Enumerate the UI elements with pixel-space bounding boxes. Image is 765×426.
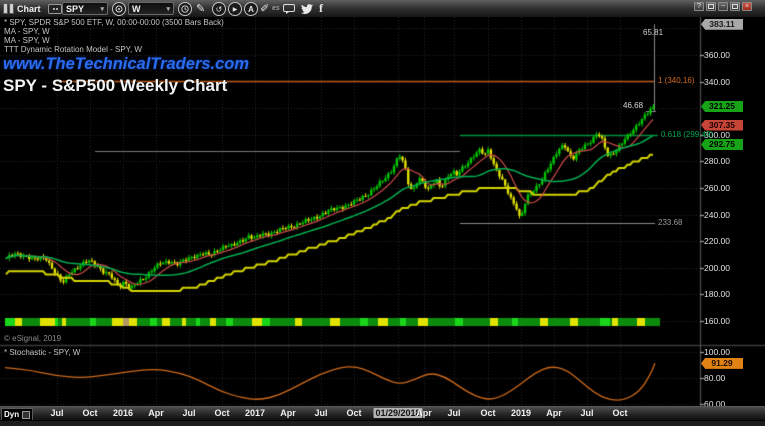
- target-icon: [115, 5, 123, 13]
- chat-button[interactable]: [283, 2, 295, 15]
- chevron-down-icon[interactable]: ▾: [100, 5, 104, 13]
- close-button[interactable]: ×: [742, 2, 752, 11]
- time-tick-label: Jul: [447, 408, 460, 418]
- watermark-url: www.TheTechnicalTraders.com: [3, 55, 249, 74]
- time-tick-label: Jul: [314, 408, 327, 418]
- eraser-icon[interactable]: ✐: [260, 2, 269, 15]
- time-tick-label: Apr: [416, 408, 432, 418]
- restore-icon: [708, 4, 714, 9]
- time-tick-label: 01/29/2018: [373, 408, 422, 418]
- annotate-icon[interactable]: A: [244, 2, 258, 16]
- legend-symbol-line: * SPY, SPDR S&P 500 ETF, W, 00:00-00:00 …: [4, 18, 224, 27]
- symbol-search-icon[interactable]: [112, 2, 126, 16]
- maximize-icon: [732, 4, 738, 9]
- interval-value: W: [132, 4, 141, 14]
- symbol-value: SPY: [66, 4, 84, 14]
- time-tick-label: Apr: [148, 408, 164, 418]
- interval-input[interactable]: W ▾: [128, 2, 174, 15]
- page-title: SPY - S&P500 Weekly Chart: [3, 76, 227, 96]
- time-tick-label: Oct: [346, 408, 361, 418]
- legend-ma2-line: MA - SPY, W: [4, 36, 50, 45]
- legend-model-line: TTT Dynamic Rotation Model - SPY, W: [4, 45, 142, 54]
- esignal-logo: es: [272, 2, 280, 15]
- dyn-label: Dyn: [4, 410, 19, 419]
- lock-icon: [22, 411, 30, 419]
- restore-button[interactable]: [706, 2, 716, 11]
- time-tick-label: Oct: [612, 408, 627, 418]
- time-tick-label: 2016: [113, 408, 133, 418]
- time-tick-label: Jul: [182, 408, 195, 418]
- time-tick-label: Jul: [580, 408, 593, 418]
- time-tick-label: Apr: [280, 408, 296, 418]
- link-badge-icon: [48, 4, 62, 14]
- legend-ma1-line: MA - SPY, W: [4, 27, 50, 36]
- maximize-button[interactable]: [730, 2, 740, 11]
- stochastic-panel-label: * Stochastic - SPY, W: [4, 348, 80, 357]
- play-icon[interactable]: ▶: [228, 2, 242, 16]
- clock-icon: [181, 5, 189, 13]
- help-button[interactable]: ?: [694, 2, 704, 11]
- time-tick-label: 2019: [511, 408, 531, 418]
- chart-panel-icon[interactable]: [3, 2, 14, 15]
- chat-icon: [283, 4, 295, 14]
- time-axis[interactable]: Dyn Jul Oct 2016 Apr Jul Oct 2017 Apr Jul Oct 01/2…: [0, 406, 765, 420]
- twitter-button[interactable]: [301, 2, 313, 15]
- facebook-icon[interactable]: f: [319, 2, 323, 15]
- pencil-icon[interactable]: ✎: [196, 2, 205, 15]
- undo-icon[interactable]: ↺: [212, 2, 226, 16]
- minimize-button[interactable]: −: [718, 2, 728, 11]
- chevron-down-icon[interactable]: ▾: [166, 5, 170, 13]
- app-title: Chart: [17, 4, 41, 14]
- time-tick-label: Jul: [50, 408, 63, 418]
- symbol-input[interactable]: SPY ▾: [62, 2, 108, 15]
- copyright-label: © eSignal, 2019: [4, 334, 61, 343]
- chart-window: Chart SPY ▾ W ▾ ✎ ↺ ▶ A ✐ es: [0, 0, 765, 426]
- time-settings-button[interactable]: [178, 2, 192, 16]
- chart-link-badge-icon[interactable]: [48, 2, 62, 15]
- time-tick-label: Oct: [480, 408, 495, 418]
- time-tick-label: Oct: [82, 408, 97, 418]
- toolbar: Chart SPY ▾ W ▾ ✎ ↺ ▶ A ✐ es: [0, 0, 765, 18]
- twitter-icon: [301, 4, 313, 14]
- time-tick-label: Oct: [214, 408, 229, 418]
- time-tick-label: Apr: [546, 408, 562, 418]
- chart-icon: [3, 3, 14, 14]
- time-tick-label: 2017: [245, 408, 265, 418]
- horizontal-scrollbar[interactable]: [0, 420, 765, 426]
